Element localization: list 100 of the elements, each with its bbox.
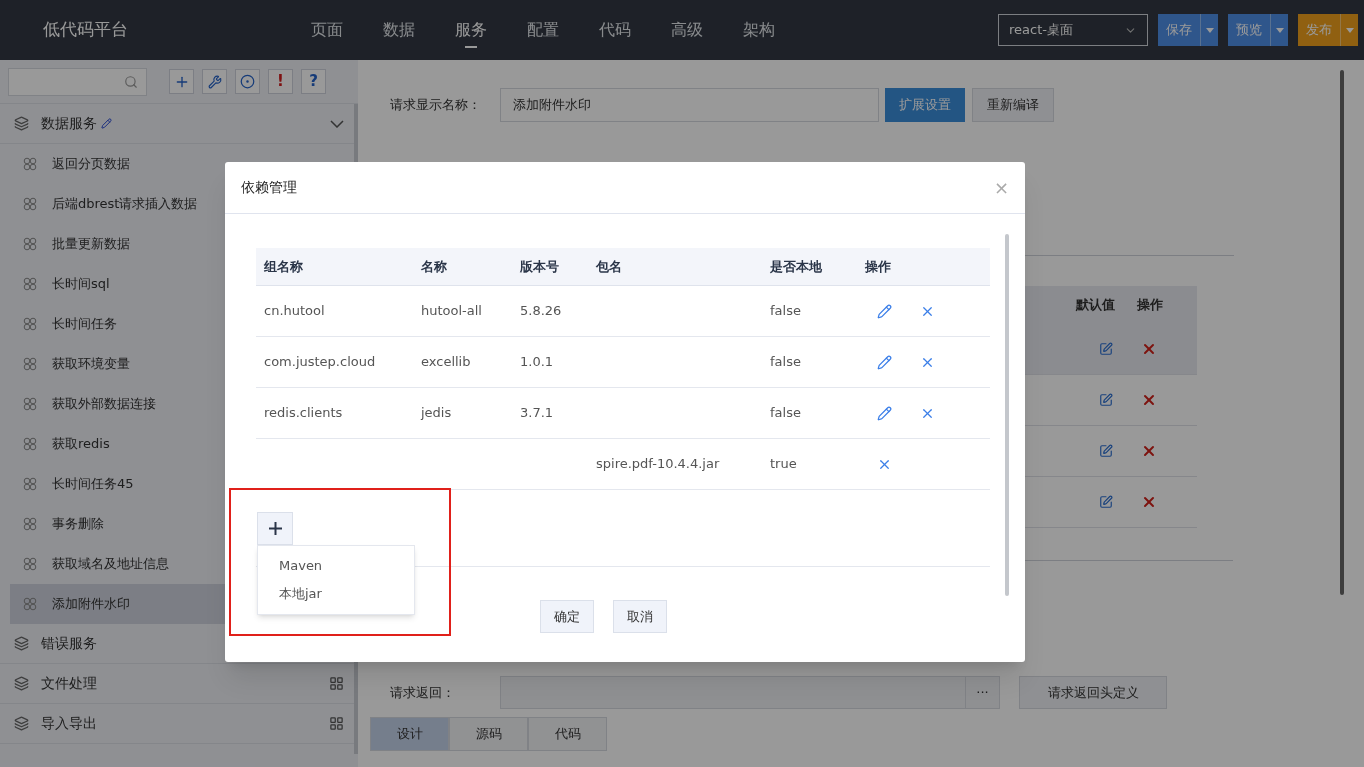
dialog-title: 依赖管理 <box>241 178 297 197</box>
plus-icon <box>268 522 282 535</box>
column-header: 是否本地 <box>770 258 822 274</box>
column-header: 默认值 <box>1076 296 1115 315</box>
group-label: 错误服务 <box>41 634 97 653</box>
chevron-icon <box>330 119 344 128</box>
field-label: 请求返回： <box>390 683 456 702</box>
response-header-button[interactable]: 请求返回头定义 <box>1019 676 1167 709</box>
nav-tab[interactable]: 架构 <box>743 0 775 60</box>
edit-icon <box>877 405 892 421</box>
field-label: 请求显示名称： <box>390 96 482 115</box>
add-dependency-button[interactable] <box>257 512 293 545</box>
tool-button[interactable]: ! <box>268 69 293 94</box>
column-header: 版本号 <box>520 258 559 274</box>
table-cell: cn.hutool <box>264 303 325 319</box>
delete-icon <box>1141 443 1157 459</box>
nav-tab[interactable]: 配置 <box>527 0 559 60</box>
group-label: 文件处理 <box>41 674 97 693</box>
pencil-icon <box>101 118 112 129</box>
column-header: 包名 <box>596 258 622 274</box>
clover-icon <box>23 557 37 571</box>
editor-tab[interactable]: 代码 <box>528 717 607 751</box>
edit-icon <box>877 354 892 370</box>
table-cell: false <box>770 405 801 421</box>
add-button[interactable] <box>169 69 194 94</box>
table-cell: 5.8.26 <box>520 303 562 319</box>
tool-button[interactable]: ? <box>301 69 326 94</box>
editor-tab[interactable]: 源码 <box>449 717 528 751</box>
clover-icon <box>23 397 37 411</box>
edit-icon <box>1099 393 1113 407</box>
grid-icon <box>329 716 344 731</box>
delete-icon <box>1141 494 1157 510</box>
service-item[interactable]: 长时间任务45 <box>10 464 358 504</box>
clover-icon <box>23 237 37 251</box>
clover-icon <box>23 517 37 531</box>
table-cell: com.justep.cloud <box>264 354 376 370</box>
table-cell: excellib <box>421 354 471 370</box>
column-header: 操作 <box>1137 296 1163 315</box>
edit-icon <box>1099 342 1113 356</box>
delete-icon <box>1141 341 1157 357</box>
split-button[interactable]: 保存 <box>1158 14 1218 46</box>
table-cell: hutool-all <box>421 303 482 319</box>
nav-tab[interactable]: 页面 <box>311 0 343 60</box>
caret-icon <box>1345 27 1354 33</box>
table-cell: 1.0.1 <box>520 354 554 370</box>
column-header: 名称 <box>421 258 447 274</box>
edit-icon <box>1099 495 1113 509</box>
environment-select[interactable]: react-桌面 <box>998 14 1148 46</box>
grid-icon <box>329 676 344 691</box>
response-field[interactable] <box>500 676 966 709</box>
edit-icon <box>1099 444 1113 458</box>
clover-icon <box>23 157 37 171</box>
table-cell: redis.clients <box>264 405 343 421</box>
clover-icon <box>23 197 37 211</box>
layers-icon <box>14 716 29 731</box>
table-cell: jedis <box>421 405 452 421</box>
clover-icon <box>23 317 37 331</box>
service-item[interactable]: 事务删除 <box>10 504 358 544</box>
column-header: 组名称 <box>264 258 303 274</box>
target-button[interactable] <box>235 69 260 94</box>
layers-icon <box>14 676 29 691</box>
service-item[interactable]: 获取redis <box>10 424 358 464</box>
table-cell: spire.pdf-10.4.4.jar <box>596 456 720 472</box>
clover-icon <box>23 357 37 371</box>
layers-icon <box>14 636 29 651</box>
menu-item[interactable]: Maven <box>258 552 414 580</box>
wrench-icon <box>207 74 222 89</box>
search-icon <box>124 74 138 89</box>
caret-icon <box>1275 27 1284 33</box>
nav-tab[interactable]: 服务 <box>455 0 487 60</box>
delete-icon <box>1141 392 1157 408</box>
confirm-button[interactable]: 确定 <box>539 600 594 633</box>
extend-settings-button[interactable]: 扩展设置 <box>885 88 965 122</box>
recompile-button[interactable]: 重新编译 <box>972 88 1054 122</box>
clover-icon <box>23 597 37 611</box>
table-cell: false <box>770 354 801 370</box>
editor-tab[interactable]: 设计 <box>370 717 449 751</box>
cancel-button[interactable]: 取消 <box>612 600 667 633</box>
table-cell: true <box>770 456 797 472</box>
nav-tab[interactable]: 数据 <box>383 0 415 60</box>
caret-icon <box>1205 27 1214 33</box>
split-button[interactable]: 预览 <box>1228 14 1288 46</box>
clover-icon <box>23 437 37 451</box>
group-label: 数据服务 <box>41 114 97 133</box>
table-cell: 3.7.1 <box>520 405 554 421</box>
table-cell: false <box>770 303 801 319</box>
nav-tab[interactable]: 代码 <box>599 0 631 60</box>
nav-tab[interactable]: 高级 <box>671 0 703 60</box>
wrench-button[interactable] <box>202 69 227 94</box>
column-header: 操作 <box>865 258 891 274</box>
layers-icon <box>14 116 29 131</box>
edit-icon <box>877 303 892 319</box>
brand-title: 低代码平台 <box>43 19 128 40</box>
clover-icon <box>23 277 37 291</box>
clover-icon <box>23 477 37 491</box>
group-label: 导入导出 <box>41 714 97 733</box>
search-field[interactable] <box>8 67 147 96</box>
target-icon <box>240 74 255 89</box>
display-name-field[interactable]: 添加附件水印 <box>500 88 879 122</box>
more-button[interactable]: ··· <box>966 676 1000 709</box>
